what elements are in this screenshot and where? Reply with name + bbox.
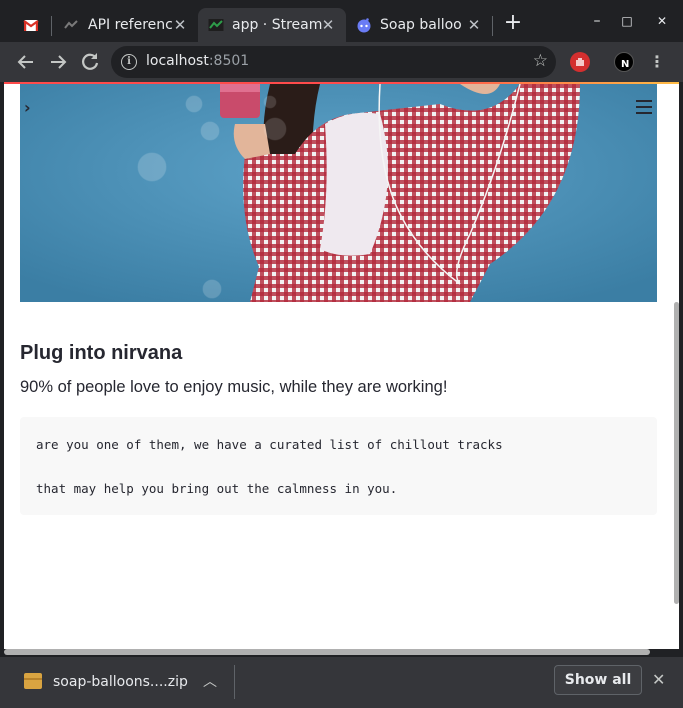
close-download-bar-icon[interactable]: ✕: [652, 670, 665, 689]
bookmark-star-icon[interactable]: ☆: [533, 51, 548, 71]
section-heading: Plug into nirvana: [20, 342, 183, 364]
url-text: localhost:8501: [146, 53, 249, 69]
page-viewport: › Plug into nirvana 90% of people love t…: [4, 82, 679, 649]
show-all-button[interactable]: Show all: [554, 665, 642, 695]
close-window-icon[interactable]: ✕: [647, 10, 677, 32]
download-separator: [234, 665, 235, 699]
close-tab-icon[interactable]: ✕: [466, 17, 482, 33]
tab-separator: [492, 16, 493, 36]
horizontal-scrollbar[interactable]: [4, 649, 650, 655]
hero-image: [20, 84, 657, 302]
url-host: localhost: [146, 53, 209, 69]
close-tab-icon[interactable]: ✕: [320, 17, 336, 33]
reddit-icon: [357, 18, 371, 33]
extension-stop-icon[interactable]: [570, 52, 590, 72]
back-arrow-icon[interactable]: [14, 50, 38, 74]
address-bar[interactable]: i localhost:8501 ☆: [111, 46, 556, 78]
download-filename[interactable]: soap-balloons....zip: [53, 674, 188, 690]
tab-title: app · Stream: [232, 17, 323, 33]
code-line: that may help you bring out the calmness…: [36, 481, 398, 496]
url-port: :8501: [208, 53, 250, 69]
tab-soap-balloons[interactable]: Soap balloo ✕: [346, 8, 492, 42]
browser-toolbar: i localhost:8501 ☆ N ⋮: [0, 42, 683, 82]
extension-n-icon[interactable]: N: [614, 52, 634, 72]
code-line: are you one of them, we have a curated l…: [36, 437, 503, 452]
forward-arrow-icon[interactable]: [46, 50, 70, 74]
minimize-window-icon[interactable]: –: [582, 10, 612, 32]
kebab-menu-icon[interactable]: ⋮: [645, 50, 669, 74]
tab-strip: API referenc ✕ app · Stream ✕ Soap ballo…: [0, 0, 683, 42]
maximize-window-icon[interactable]: □: [612, 10, 642, 32]
code-block: are you one of them, we have a curated l…: [20, 417, 657, 515]
tab-title: API referenc: [88, 17, 173, 33]
chevron-up-icon[interactable]: ︿: [203, 671, 217, 691]
new-tab-plus-icon[interactable]: +: [502, 12, 524, 35]
streamlit-icon: [208, 19, 224, 31]
hamburger-menu-icon[interactable]: [636, 100, 652, 114]
site-info-icon[interactable]: i: [121, 54, 137, 70]
close-tab-icon[interactable]: ✕: [172, 17, 188, 33]
svg-text:N: N: [621, 59, 629, 70]
gmail-icon: [23, 20, 39, 31]
lead-text: 90% of people love to enjoy music, while…: [20, 378, 448, 396]
zip-file-icon: [24, 673, 42, 689]
tab-title: Soap balloo: [380, 17, 462, 33]
vertical-scrollbar[interactable]: [674, 302, 679, 604]
download-bar: soap-balloons....zip ︿ Show all ✕: [0, 656, 683, 708]
tab-app-streamlit[interactable]: app · Stream ✕: [198, 8, 346, 42]
tab-gmail[interactable]: [12, 8, 50, 42]
streamlit-icon: [64, 20, 78, 29]
tab-api-reference[interactable]: API referenc ✕: [52, 8, 198, 42]
sidebar-expand-chevron-icon[interactable]: ›: [24, 98, 31, 117]
reload-icon[interactable]: [78, 50, 102, 74]
